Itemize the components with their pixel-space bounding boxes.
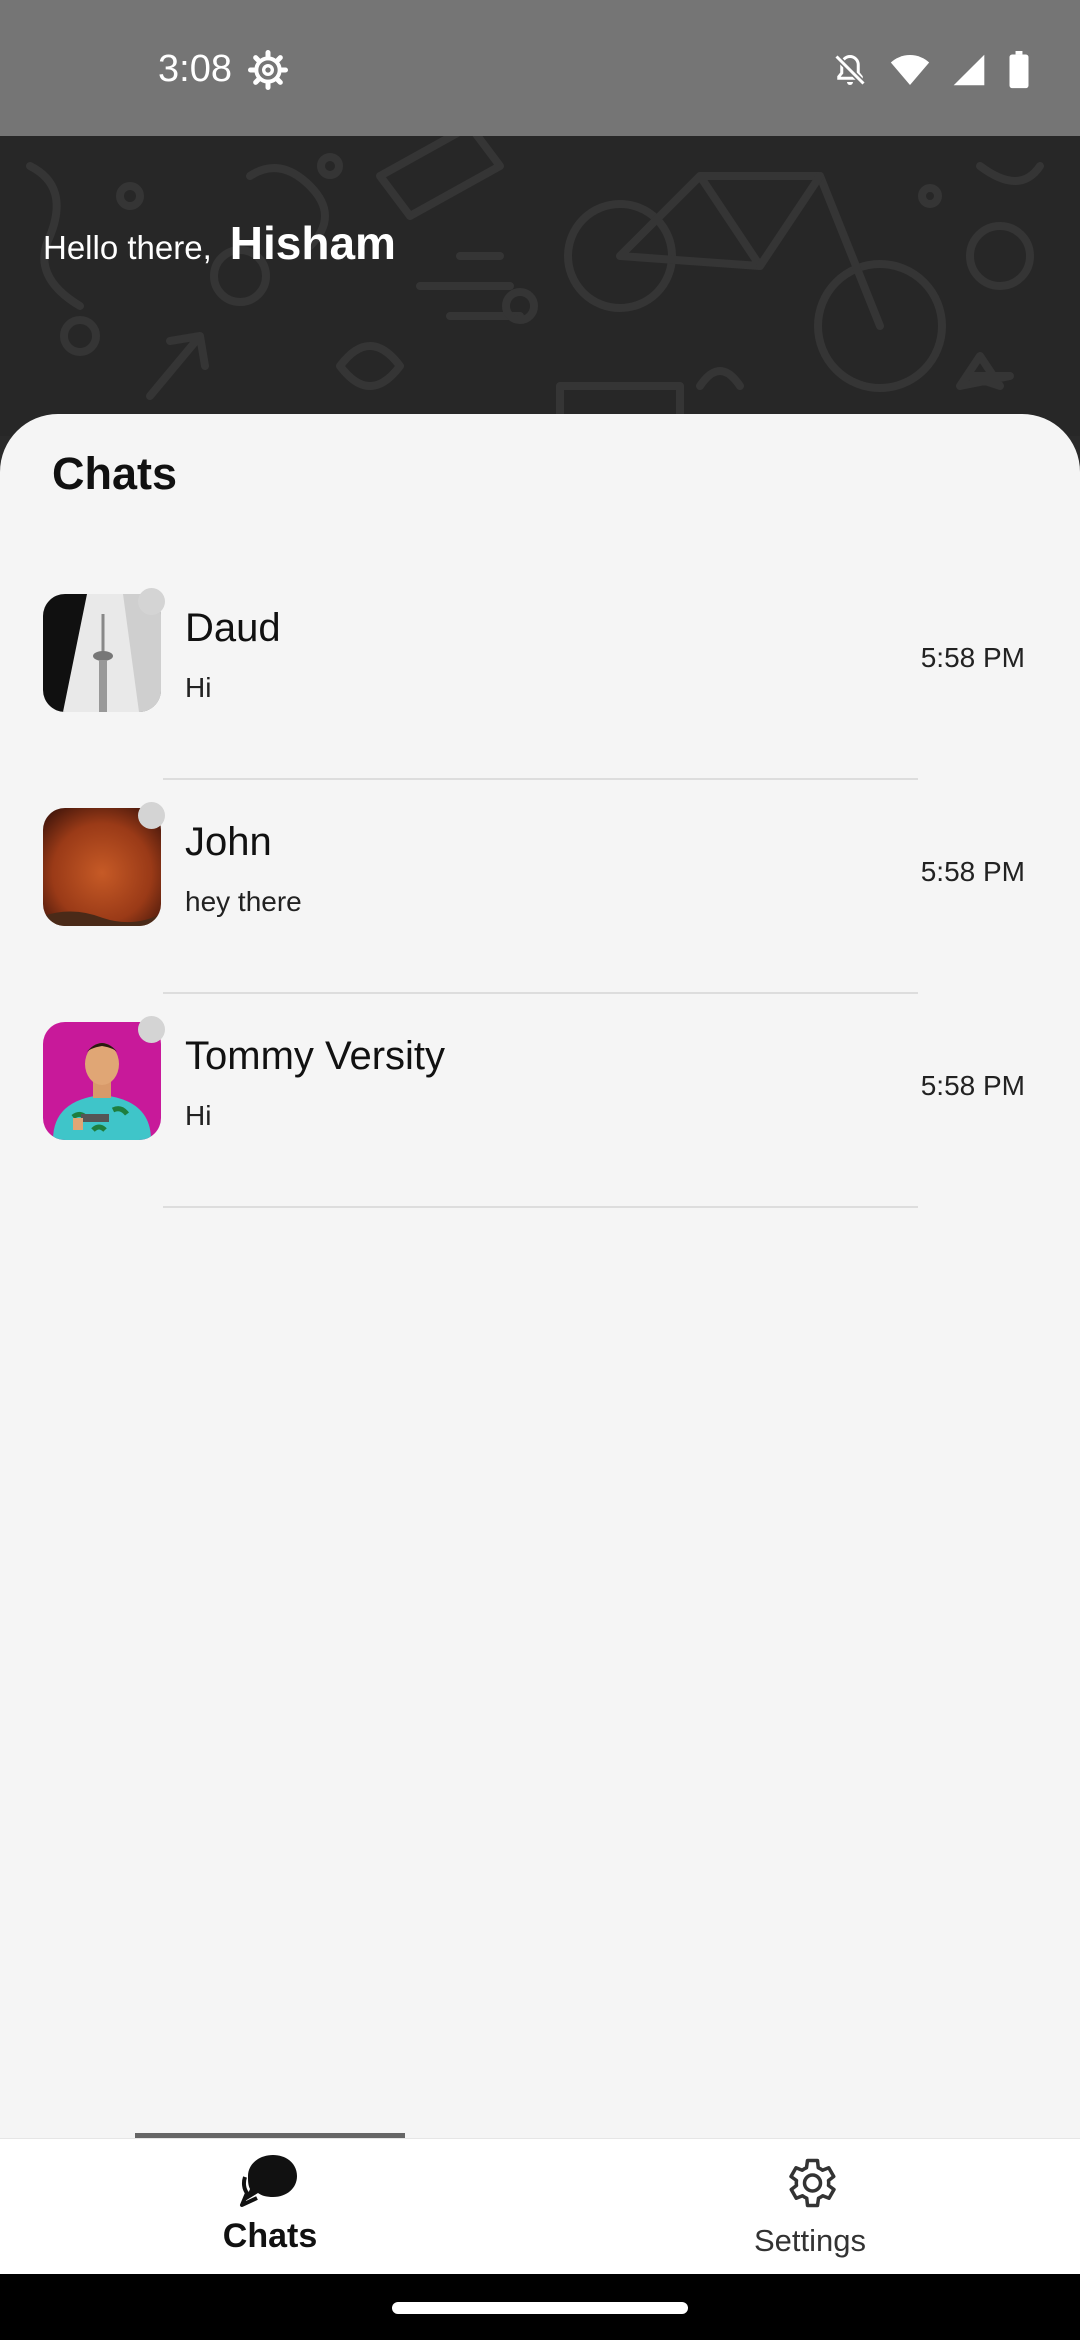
header: Hello there, Hisham xyxy=(0,136,1080,436)
chat-list: Daud Hi 5:58 PM John hey there 5:58 PM T… xyxy=(0,566,1080,1208)
gear-icon xyxy=(789,2158,836,2208)
cellular-signal-icon xyxy=(953,54,985,86)
chat-last-message: Hi xyxy=(185,672,212,703)
active-tab-indicator xyxy=(135,2133,405,2138)
wifi-icon xyxy=(890,55,930,85)
chat-last-message: Hi xyxy=(185,1100,212,1131)
chat-last-message: hey there xyxy=(185,886,302,917)
doodle-background-pattern xyxy=(26,136,1044,430)
battery-icon xyxy=(1009,51,1029,89)
chat-time: 5:58 PM xyxy=(920,642,1025,673)
chat-bubble-icon xyxy=(240,2155,297,2207)
tab-chats[interactable]: Chats xyxy=(0,2139,540,2275)
notifications-off-icon xyxy=(834,54,866,86)
chat-item-daud[interactable]: Daud Hi 5:58 PM xyxy=(0,566,1080,780)
divider xyxy=(163,1206,918,1208)
chat-item-tommy-versity[interactable]: Tommy Versity Hi 5:58 PM xyxy=(0,994,1080,1208)
status-icons xyxy=(832,48,1030,92)
settings-gear-icon xyxy=(248,50,288,90)
greeting: Hello there, Hisham xyxy=(43,216,396,270)
home-gesture-handle[interactable] xyxy=(392,2302,688,2314)
tab-chats-label: Chats xyxy=(222,2217,318,2255)
greeting-text: Hello there, xyxy=(43,229,212,266)
tab-settings[interactable]: Settings xyxy=(540,2139,1080,2275)
status-time: 3:08 xyxy=(158,48,232,90)
tab-settings-label: Settings xyxy=(753,2223,866,2258)
chat-name: John xyxy=(185,820,272,864)
bottom-nav: Chats Settings xyxy=(0,2133,1080,2275)
presence-dot xyxy=(138,1016,165,1043)
user-name: Hisham xyxy=(229,217,396,269)
system-navigation-bar xyxy=(0,2274,1080,2340)
presence-dot xyxy=(138,802,165,829)
chat-time: 5:58 PM xyxy=(920,1070,1025,1101)
chat-item-john[interactable]: John hey there 5:58 PM xyxy=(0,780,1080,994)
status-bar: 3:08 xyxy=(0,0,1080,136)
page-title: Chats xyxy=(52,448,178,499)
chat-time: 5:58 PM xyxy=(920,856,1025,887)
presence-dot xyxy=(138,588,165,615)
chats-panel: Chats Daud Hi 5:58 PM John hey there 5:5… xyxy=(0,414,1080,2138)
screen: 3:08 Hello there, Hisham Chats Daud Hi 5… xyxy=(0,0,1080,2340)
chat-name: Tommy Versity xyxy=(185,1034,446,1078)
chat-name: Daud xyxy=(185,606,281,650)
